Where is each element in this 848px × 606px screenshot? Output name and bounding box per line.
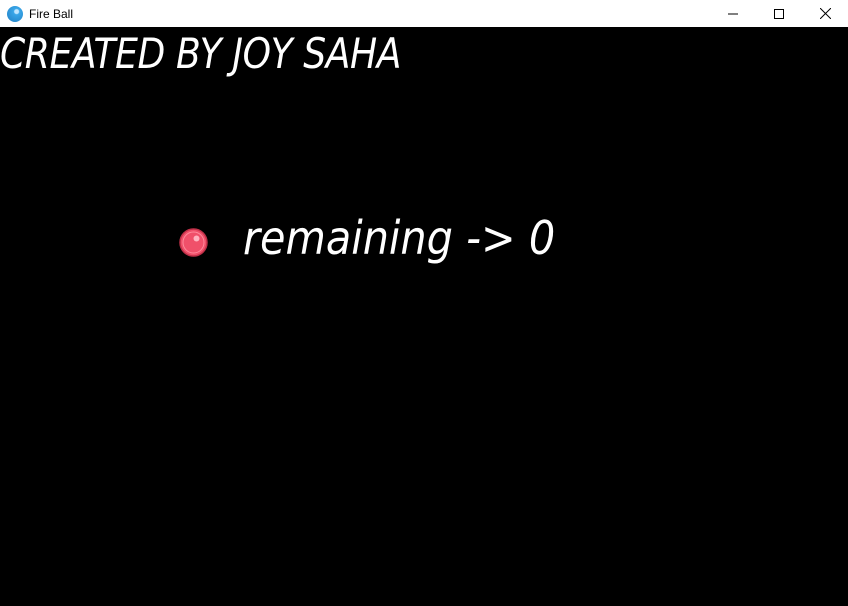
remaining-counter: remaining -> 0 <box>243 211 556 265</box>
close-button[interactable] <box>802 0 848 27</box>
red-ball-icon <box>179 228 208 257</box>
app-window: Fire Ball CREATED BY JOY SAHA remaining … <box>0 0 848 606</box>
title-bar[interactable]: Fire Ball <box>0 0 848 27</box>
window-title: Fire Ball <box>29 6 74 21</box>
minimize-icon <box>728 13 738 14</box>
credit-text: CREATED BY JOY SAHA <box>0 29 402 78</box>
minimize-button[interactable] <box>710 0 756 27</box>
maximize-icon <box>774 8 784 19</box>
app-icon <box>7 5 23 22</box>
window-controls <box>710 0 848 27</box>
close-icon <box>819 8 831 19</box>
maximize-button[interactable] <box>756 0 802 27</box>
game-canvas[interactable]: CREATED BY JOY SAHA remaining -> 0 <box>0 27 848 606</box>
